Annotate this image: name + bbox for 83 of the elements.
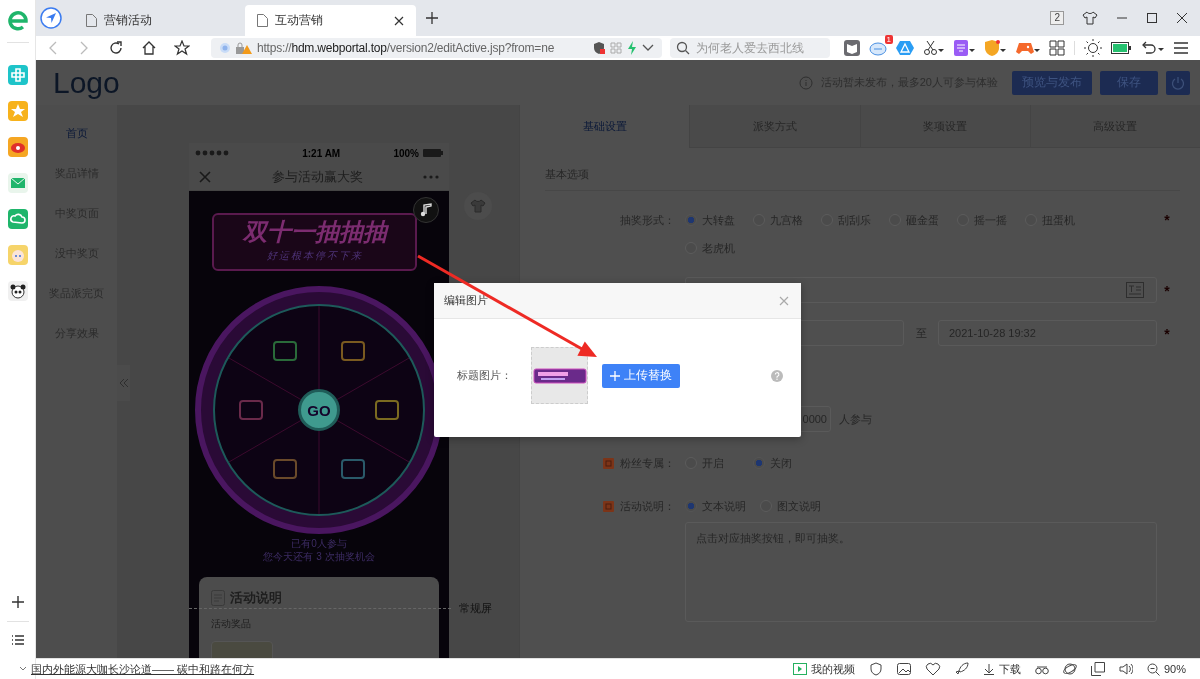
gamepad-icon[interactable] xyxy=(1016,40,1040,56)
search-icon xyxy=(676,41,690,55)
required-mark: * xyxy=(1164,326,1170,342)
page-icon xyxy=(86,14,97,27)
participation-text: 已有0人参与 xyxy=(290,537,348,550)
close-icon[interactable] xyxy=(1176,12,1188,24)
mail-app-icon[interactable] xyxy=(7,173,28,193)
banner-thumbnail-drawing xyxy=(532,367,587,384)
window-icon[interactable] xyxy=(1090,662,1105,676)
search-field[interactable]: 为何老人爱去西北线 xyxy=(670,38,830,58)
tab-count-button[interactable]: 2 xyxy=(1050,11,1064,25)
field-label: 标题图片： xyxy=(457,368,512,383)
double-chevron-icon xyxy=(118,378,129,388)
chat-icon[interactable] xyxy=(869,40,887,56)
plus-icon[interactable] xyxy=(10,595,25,609)
image-icon[interactable] xyxy=(896,663,911,675)
home-icon[interactable] xyxy=(141,40,157,56)
battery-icon xyxy=(423,149,443,157)
sun-icon[interactable] xyxy=(1084,39,1102,57)
heart-icon[interactable] xyxy=(924,662,941,676)
music-button[interactable] xyxy=(413,197,439,223)
tag-icon xyxy=(603,457,614,469)
globe-ring-icon[interactable] xyxy=(1062,662,1077,676)
signal-dots-icon xyxy=(195,150,229,156)
star-app-icon[interactable] xyxy=(7,101,28,121)
banner-subtitle: 好运根本停不下来 xyxy=(265,249,364,263)
list-icon[interactable] xyxy=(10,634,25,646)
coin-shield-icon[interactable] xyxy=(985,40,1007,56)
battery-icon[interactable] xyxy=(1111,42,1131,54)
reload-icon[interactable] xyxy=(108,40,124,56)
upload-button[interactable]: 上传替换 xyxy=(602,363,680,388)
browser-logo-icon[interactable] xyxy=(5,8,30,32)
zoom-out-icon xyxy=(1146,662,1160,676)
compass-icon[interactable] xyxy=(40,7,62,29)
news-link[interactable]: 国内外能源大咖长沙论道—— 碳中和路在何方 xyxy=(31,661,255,677)
music-note-icon xyxy=(419,203,433,217)
browser-tab[interactable]: 营销活动 xyxy=(74,5,245,36)
globe-icon xyxy=(219,42,231,54)
menu-icon[interactable] xyxy=(1173,41,1189,55)
chevron-down-icon[interactable] xyxy=(19,666,27,672)
eye-app-icon[interactable] xyxy=(7,137,28,157)
translate-icon[interactable] xyxy=(954,40,976,56)
url-text[interactable]: https://hdm.webportal.top/version2/editActive.jsp?from=ne xyxy=(257,41,582,55)
new-tab-icon[interactable] xyxy=(425,11,439,25)
plus-icon xyxy=(610,370,620,381)
required-mark: * xyxy=(1164,283,1170,299)
panda-app-icon[interactable] xyxy=(7,281,28,301)
shield-icon[interactable] xyxy=(868,662,883,676)
download-button[interactable]: 下载 xyxy=(982,661,1021,677)
banner-title: 双十一抽抽抽 xyxy=(241,217,390,247)
chevron-down-icon[interactable] xyxy=(642,44,654,52)
lock-warning-icon xyxy=(235,42,253,54)
info-icon xyxy=(798,75,813,90)
cloud-app-icon[interactable] xyxy=(7,209,28,229)
page-icon xyxy=(257,14,268,27)
my-videos-button[interactable]: 我的视频 xyxy=(792,661,855,677)
book-icon[interactable] xyxy=(844,40,860,56)
scissors-icon[interactable] xyxy=(923,40,945,56)
rocket-icon[interactable] xyxy=(954,662,969,676)
zoom-button[interactable]: 90% xyxy=(1146,662,1186,676)
logo-text: Logo xyxy=(53,65,120,100)
battery-level: 100% xyxy=(393,147,419,159)
undo-icon[interactable] xyxy=(1140,40,1164,56)
close-icon[interactable] xyxy=(394,15,404,26)
play-icon xyxy=(792,663,807,675)
power-icon xyxy=(1171,75,1185,90)
speaker-icon[interactable] xyxy=(1118,662,1133,676)
tag-icon xyxy=(603,500,614,512)
download-icon xyxy=(982,663,995,675)
shield-icon[interactable] xyxy=(592,41,606,55)
star-icon[interactable] xyxy=(174,40,190,56)
dialog-title: 编辑图片 xyxy=(444,293,489,308)
triangle-icon[interactable] xyxy=(896,40,914,56)
browser-tab[interactable]: 互动营销 xyxy=(245,5,416,36)
participation-text: 您今天还有 3 次抽奖机会 xyxy=(262,550,376,563)
maximize-icon[interactable] xyxy=(1146,12,1158,24)
grid-icon[interactable] xyxy=(1049,40,1065,56)
required-mark: * xyxy=(1164,212,1170,228)
glasses-icon[interactable] xyxy=(1034,663,1049,675)
notification-badge: 1 xyxy=(884,35,893,44)
status-time: 1:21 AM xyxy=(301,147,342,159)
shirt-icon[interactable] xyxy=(1082,11,1098,25)
shirt-icon xyxy=(470,199,486,213)
